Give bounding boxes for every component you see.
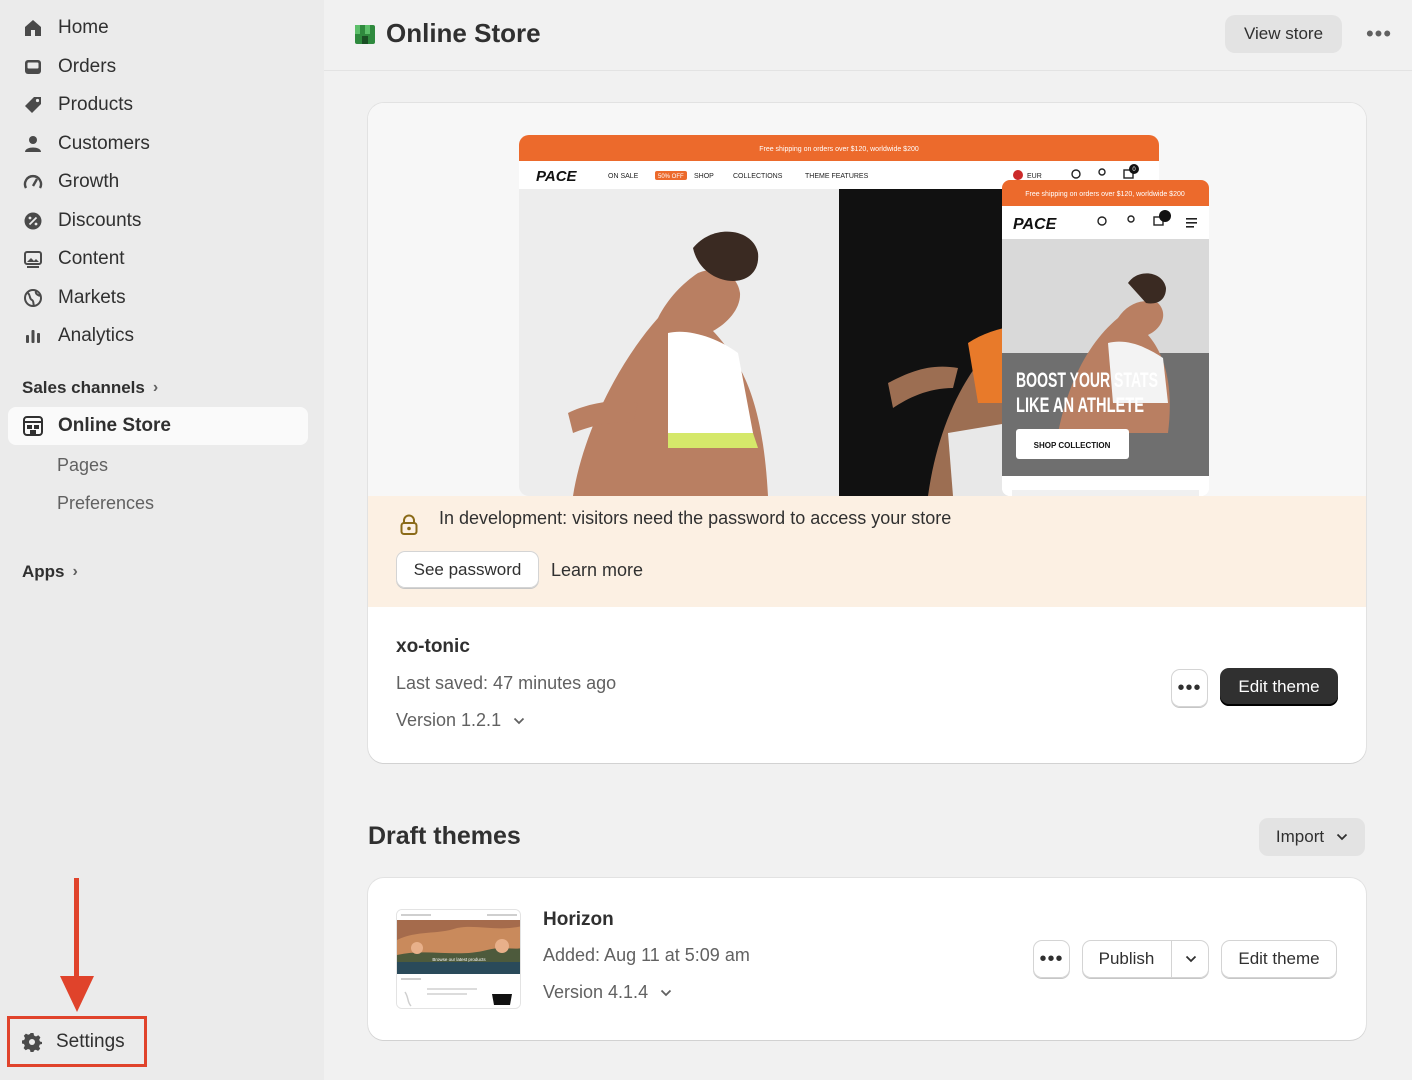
desktop-nav-features: THEME FEATURES	[805, 173, 869, 180]
draft-theme-version-label: Version 4.1.4	[543, 982, 649, 1002]
current-theme-last-saved: Last saved: 47 minutes ago	[396, 673, 617, 693]
bar-chart-icon	[22, 325, 44, 347]
header-more-button[interactable]: •••	[1364, 20, 1394, 48]
desktop-nav-collections: COLLECTIONS	[733, 173, 783, 180]
desktop-nav-onsale: ON SALE	[608, 173, 639, 180]
sidebar-subitem-pages[interactable]: Pages	[57, 455, 108, 476]
draft-theme-more-button[interactable]: •••	[1033, 940, 1070, 978]
draft-theme-name: Horizon	[543, 909, 614, 930]
current-theme-name: xo-tonic	[396, 636, 470, 657]
current-theme-more-button[interactable]: •••	[1171, 669, 1208, 707]
sidebar-item-label: Content	[58, 248, 125, 269]
sidebar-item-markets[interactable]: Markets	[8, 279, 308, 317]
theme-preview[interactable]: Free shipping on orders over $120, world…	[368, 103, 1366, 496]
current-theme-version-label: Version 1.2.1	[396, 710, 502, 730]
sidebar-item-label: Orders	[58, 56, 117, 77]
sidebar-item-customers[interactable]: Customers	[8, 125, 308, 163]
tag-icon	[22, 94, 44, 116]
store-preview-image: Free shipping on orders over $120, world…	[519, 135, 1209, 496]
red-arrow-annotation	[60, 878, 94, 1012]
person-icon	[22, 133, 44, 155]
import-label: Import	[1275, 827, 1325, 846]
desktop-currency: EUR	[1027, 173, 1042, 180]
home-icon	[22, 17, 44, 39]
theme-thumbnail-image: Browse our latest products	[397, 910, 520, 1008]
desktop-brand-logo: PACE	[536, 168, 578, 185]
mobile-brand-logo: PACE	[1013, 216, 1058, 233]
lock-icon	[400, 514, 418, 535]
globe-icon	[22, 287, 44, 309]
chevron-down-icon	[660, 989, 672, 996]
gear-icon	[22, 1032, 42, 1052]
online-store-icon	[355, 24, 375, 44]
current-theme-version[interactable]: Version 1.2.1	[396, 710, 525, 731]
desktop-sale-badge: 50% OFF	[658, 174, 684, 180]
page-title: Online Store	[352, 18, 541, 49]
more-dots-icon: •••	[1177, 676, 1202, 699]
draft-themes-heading: Draft themes	[368, 822, 521, 850]
sales-channels-heading[interactable]: Sales channels ›	[22, 378, 158, 398]
sidebar-item-label: Home	[58, 17, 109, 38]
page-title-text: Online Store	[386, 18, 541, 48]
apps-heading[interactable]: Apps ›	[22, 562, 78, 582]
learn-more-link[interactable]: Learn more	[551, 560, 643, 581]
horizon-theme-thumbnail[interactable]: Browse our latest products	[396, 909, 521, 1009]
sidebar-item-analytics[interactable]: Analytics	[8, 317, 308, 355]
sidebar-item-label: Customers	[58, 133, 150, 154]
sidebar-item-products[interactable]: Products	[8, 86, 308, 124]
desktop-promo-text: Free shipping on orders over $120, world…	[759, 146, 919, 153]
sidebar-item-home[interactable]: Home	[8, 9, 308, 47]
draft-theme-added: Added: Aug 11 at 5:09 am	[543, 945, 750, 965]
publish-split-button: Publish	[1082, 940, 1209, 978]
draft-theme-card: Browse our latest products Horizon Added…	[368, 878, 1366, 1040]
draft-theme-version[interactable]: Version 4.1.4	[543, 982, 672, 1003]
chevron-down-icon	[1336, 833, 1348, 841]
sidebar-item-label: Markets	[58, 287, 126, 308]
page-header: Online Store View store •••	[324, 0, 1412, 71]
view-store-button[interactable]: View store	[1225, 15, 1342, 53]
password-banner: In development: visitors need the passwo…	[368, 496, 1366, 607]
settings-nav-item[interactable]: Settings	[7, 1016, 147, 1067]
image-icon	[22, 248, 44, 270]
sidebar-subitem-preferences[interactable]: Preferences	[57, 493, 154, 514]
sidebar-item-content[interactable]: Content	[8, 240, 308, 278]
inbox-icon	[22, 56, 44, 78]
mobile-promo-text: Free shipping on orders over $120, world…	[1025, 191, 1185, 198]
chevron-down-icon	[513, 717, 525, 724]
mobile-cta: SHOP COLLECTION	[1034, 441, 1111, 450]
desktop-nav-shop: SHOP	[694, 173, 714, 180]
settings-label: Settings	[56, 1030, 125, 1052]
storefront-icon	[22, 415, 44, 437]
draft-edit-theme-button[interactable]: Edit theme	[1221, 940, 1337, 978]
sidebar-item-label: Growth	[58, 171, 120, 192]
chevron-right-icon: ›	[152, 379, 159, 396]
sidebar-item-online-store[interactable]: Online Store	[8, 407, 308, 445]
thumbnail-caption: Browse our latest products	[432, 957, 486, 962]
apps-label: Apps	[22, 562, 65, 581]
sidebar-item-orders[interactable]: Orders	[8, 48, 308, 86]
publish-button[interactable]: Publish	[1082, 940, 1172, 978]
sidebar-item-label: Analytics	[58, 325, 135, 346]
sidebar: Home Orders Products Customers Growth Di…	[0, 0, 324, 1080]
mobile-headline-2: LIKE AN ATHLETE	[1016, 394, 1144, 417]
sidebar-item-label: Discounts	[58, 210, 142, 231]
sales-channels-label: Sales channels	[22, 378, 145, 397]
edit-theme-button[interactable]: Edit theme	[1220, 668, 1338, 706]
sidebar-item-label: Online Store	[58, 415, 171, 436]
mobile-headline-1: BOOST YOUR STATS	[1016, 369, 1158, 392]
discount-icon	[22, 210, 44, 232]
current-theme-card: Free shipping on orders over $120, world…	[368, 103, 1366, 763]
sidebar-item-growth[interactable]: Growth	[8, 163, 308, 201]
more-dots-icon: •••	[1039, 947, 1064, 970]
banner-message: In development: visitors need the passwo…	[439, 508, 952, 528]
sidebar-item-discounts[interactable]: Discounts	[8, 202, 308, 240]
sidebar-item-label: Products	[58, 94, 133, 115]
import-button[interactable]: Import	[1259, 818, 1365, 856]
chevron-down-icon	[1185, 955, 1196, 963]
publish-options-button[interactable]	[1172, 940, 1209, 978]
see-password-button[interactable]: See password	[396, 551, 539, 588]
chevron-right-icon: ›	[72, 563, 78, 580]
gauge-icon	[22, 171, 44, 193]
